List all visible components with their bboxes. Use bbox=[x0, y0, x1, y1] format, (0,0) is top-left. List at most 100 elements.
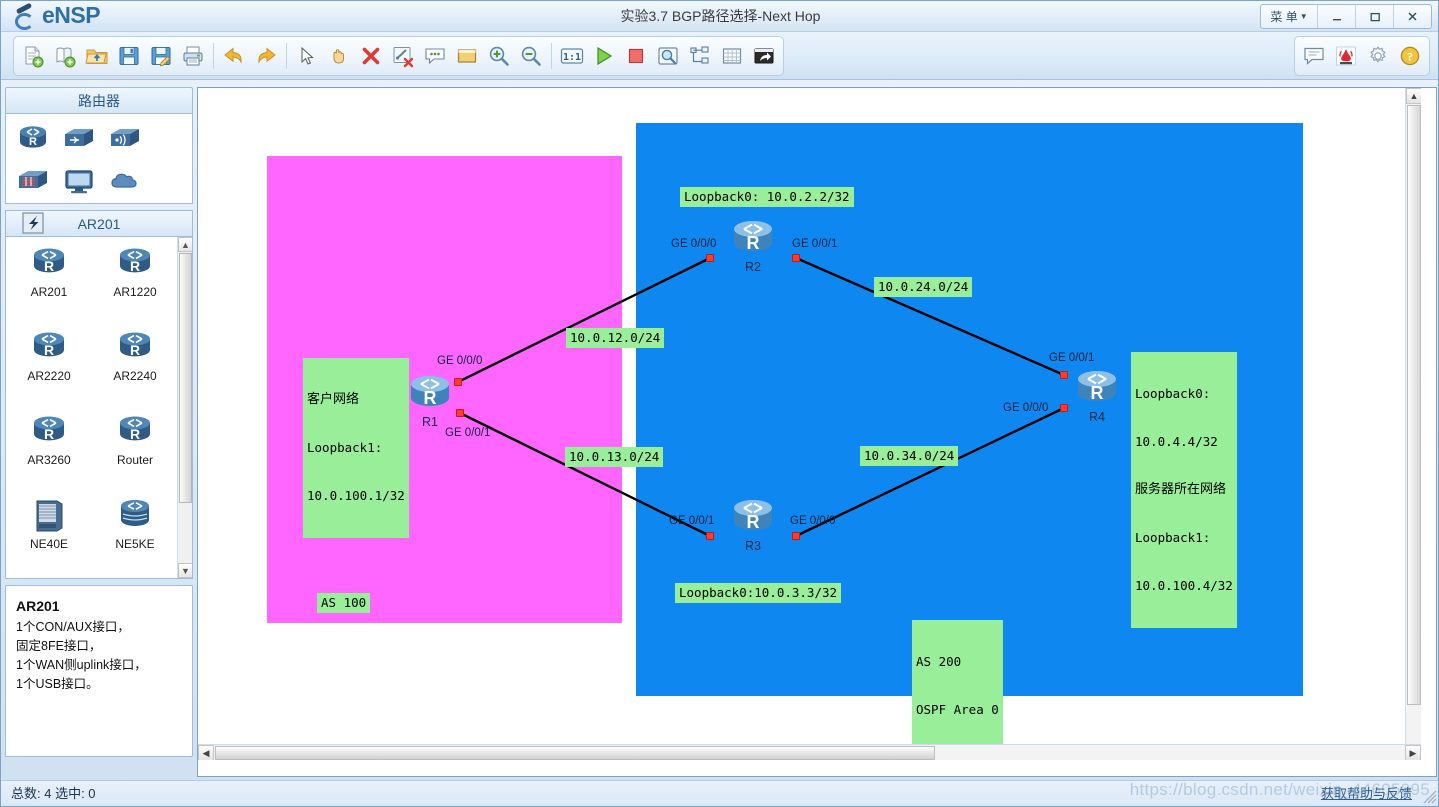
add-note-button[interactable] bbox=[420, 41, 450, 71]
zoom-in-icon bbox=[489, 46, 509, 66]
firewall-glyph-icon bbox=[19, 171, 47, 188]
interface-dot-r1-ge001[interactable] bbox=[456, 409, 464, 417]
interface-dot-r4-ge000[interactable] bbox=[1060, 404, 1068, 412]
close-button[interactable] bbox=[1393, 5, 1431, 28]
link-r1-r2[interactable] bbox=[457, 256, 711, 384]
maximize-button[interactable] bbox=[1355, 5, 1393, 28]
canvas-scroll-up-icon[interactable]: ▲ bbox=[1406, 88, 1421, 104]
topology-tree-button[interactable] bbox=[685, 41, 715, 71]
scroll-thumb[interactable] bbox=[179, 253, 192, 503]
model-item-ne5ke[interactable]: NE5KE bbox=[97, 495, 173, 575]
router-r4[interactable]: R R4 bbox=[1070, 366, 1124, 424]
menu-button-label: 菜 单 bbox=[1270, 10, 1298, 24]
model-item-ar1220[interactable]: R AR1220 bbox=[97, 243, 173, 323]
link-label-r3-r4[interactable]: 10.0.34.0/24 bbox=[860, 446, 959, 466]
canvas-scroll-right-icon[interactable]: ▶ bbox=[1405, 745, 1421, 760]
interface-dot-r3-ge001[interactable] bbox=[706, 532, 714, 540]
packet-capture-button[interactable] bbox=[653, 41, 683, 71]
note-line: Loopback1: bbox=[307, 440, 383, 455]
stop-device-button[interactable] bbox=[621, 41, 651, 71]
zone-label-as100[interactable]: AS 100 bbox=[317, 593, 371, 613]
device-wlan-icon[interactable] bbox=[106, 120, 144, 158]
settings-button[interactable] bbox=[1363, 41, 1393, 71]
note-r4-server-network[interactable]: Loopback0: 10.0.4.4/32 服务器所在网络 Loopback1… bbox=[1131, 352, 1237, 628]
menu-button[interactable]: 菜 单 ▼ bbox=[1261, 5, 1317, 28]
router-r1[interactable]: R R1 bbox=[403, 371, 457, 429]
delete-button[interactable] bbox=[356, 41, 386, 71]
device-switch-icon[interactable] bbox=[60, 120, 98, 158]
model-item-ar2240[interactable]: R AR2240 bbox=[97, 327, 173, 407]
model-item-ar201[interactable]: R AR201 bbox=[11, 243, 87, 323]
device-endpoint-icon[interactable] bbox=[60, 162, 98, 200]
link-r2-r4[interactable] bbox=[795, 256, 1065, 377]
note-r2-loopback[interactable]: Loopback0: 10.0.2.2/32 bbox=[680, 187, 854, 207]
device-router-icon[interactable]: R bbox=[14, 120, 52, 158]
canvas-scroll-left-icon[interactable]: ◀ bbox=[198, 745, 214, 760]
select-tool-button[interactable] bbox=[292, 41, 322, 71]
iflabel-r3-ge000: GE 0/0/0 bbox=[790, 515, 836, 527]
model-list-scrollbar[interactable]: ▲ ▼ bbox=[177, 237, 192, 578]
router-r3[interactable]: R R3 bbox=[726, 495, 780, 553]
open-file-button[interactable] bbox=[82, 41, 112, 71]
note-r1-customer-network[interactable]: 客户网络 Loopback1: 10.0.100.1/32 bbox=[303, 358, 409, 538]
link-label-r1-r2[interactable]: 10.0.12.0/24 bbox=[566, 328, 665, 348]
link-label-r1-r3[interactable]: 10.0.13.0/24 bbox=[565, 447, 664, 467]
restore-window-button[interactable] bbox=[749, 41, 779, 71]
topology-canvas-area[interactable]: R R1 R R2 R R3 R R4 GE 0/0/0 GE 0/0/1 GE… bbox=[197, 87, 1437, 777]
device-firewall-icon[interactable] bbox=[14, 162, 52, 200]
resize-grip-icon[interactable] bbox=[1423, 790, 1437, 804]
add-shape-button[interactable] bbox=[452, 41, 482, 71]
canvas-hscroll-thumb[interactable] bbox=[215, 746, 935, 760]
print-button[interactable] bbox=[178, 41, 208, 71]
model-item-ne40e[interactable]: NE40E bbox=[11, 495, 87, 575]
new-from-template-button[interactable] bbox=[50, 41, 80, 71]
redo-icon bbox=[258, 47, 276, 64]
model-item-ar3260[interactable]: R AR3260 bbox=[11, 411, 87, 491]
router-label-r4: R4 bbox=[1089, 410, 1105, 424]
window-controls: 菜 单 ▼ bbox=[1260, 4, 1432, 29]
iflabel-r3-ge001: GE 0/0/1 bbox=[669, 515, 715, 527]
huawei-logo-button[interactable] bbox=[1331, 41, 1361, 71]
scroll-down-arrow-icon[interactable]: ▼ bbox=[178, 563, 192, 578]
category-title: 路由器 bbox=[5, 87, 193, 114]
note-r3-loopback[interactable]: Loopback0:10.0.3.3/32 bbox=[675, 583, 842, 603]
canvas-vscroll-thumb[interactable] bbox=[1407, 105, 1421, 705]
help-button[interactable]: ? bbox=[1395, 41, 1425, 71]
new-topology-button[interactable] bbox=[18, 41, 48, 71]
undo-button[interactable] bbox=[219, 41, 249, 71]
zoom-out-button[interactable] bbox=[516, 41, 546, 71]
description-line: 1个USB接口。 bbox=[16, 677, 99, 691]
comment-button[interactable] bbox=[1299, 41, 1329, 71]
device-cloud-icon[interactable] bbox=[106, 162, 144, 200]
delete-link-button[interactable] bbox=[388, 41, 418, 71]
canvas-horizontal-scrollbar[interactable]: ◀ ▶ bbox=[198, 744, 1421, 760]
zoom-reset-button[interactable]: 1:1 bbox=[557, 41, 587, 71]
maximize-icon bbox=[1370, 12, 1380, 21]
interface-dot-r2-ge001[interactable] bbox=[792, 254, 800, 262]
zone-label-as200[interactable]: AS 200 OSPF Area 0 bbox=[912, 620, 1003, 752]
start-device-button[interactable] bbox=[589, 41, 619, 71]
link-r3-r4[interactable] bbox=[795, 406, 1065, 538]
link-label-r2-r4[interactable]: 10.0.24.0/24 bbox=[874, 277, 973, 297]
help-feedback-link[interactable]: 获取帮助与反馈 bbox=[1321, 781, 1412, 806]
model-item-router[interactable]: R Router bbox=[97, 411, 173, 491]
connection-glyph-icon bbox=[22, 212, 44, 234]
minimize-button[interactable] bbox=[1317, 5, 1355, 28]
chassis-icon bbox=[36, 500, 63, 532]
router-r2[interactable]: R R2 bbox=[726, 216, 780, 274]
scroll-up-arrow-icon[interactable]: ▲ bbox=[178, 237, 192, 252]
grid-button[interactable] bbox=[717, 41, 747, 71]
save-as-button[interactable] bbox=[146, 41, 176, 71]
status-bar: 总数: 4 选中: 0 https://blog.csdn.net/weixin… bbox=[1, 780, 1438, 806]
canvas-vertical-scrollbar[interactable]: ▲ ▼ bbox=[1405, 88, 1421, 760]
topology-canvas[interactable]: R R1 R R2 R R3 R R4 GE 0/0/0 GE 0/0/1 GE… bbox=[198, 88, 1421, 760]
zoom-in-button[interactable] bbox=[484, 41, 514, 71]
interface-dot-r4-ge001[interactable] bbox=[1060, 371, 1068, 379]
redo-button[interactable] bbox=[251, 41, 281, 71]
note-line: Loopback0: bbox=[1135, 386, 1211, 401]
pan-tool-button[interactable] bbox=[324, 41, 354, 71]
interface-dot-r2-ge000[interactable] bbox=[706, 254, 714, 262]
interface-dot-r3-ge000[interactable] bbox=[792, 532, 800, 540]
save-button[interactable] bbox=[114, 41, 144, 71]
model-item-ar2220[interactable]: R AR2220 bbox=[11, 327, 87, 407]
